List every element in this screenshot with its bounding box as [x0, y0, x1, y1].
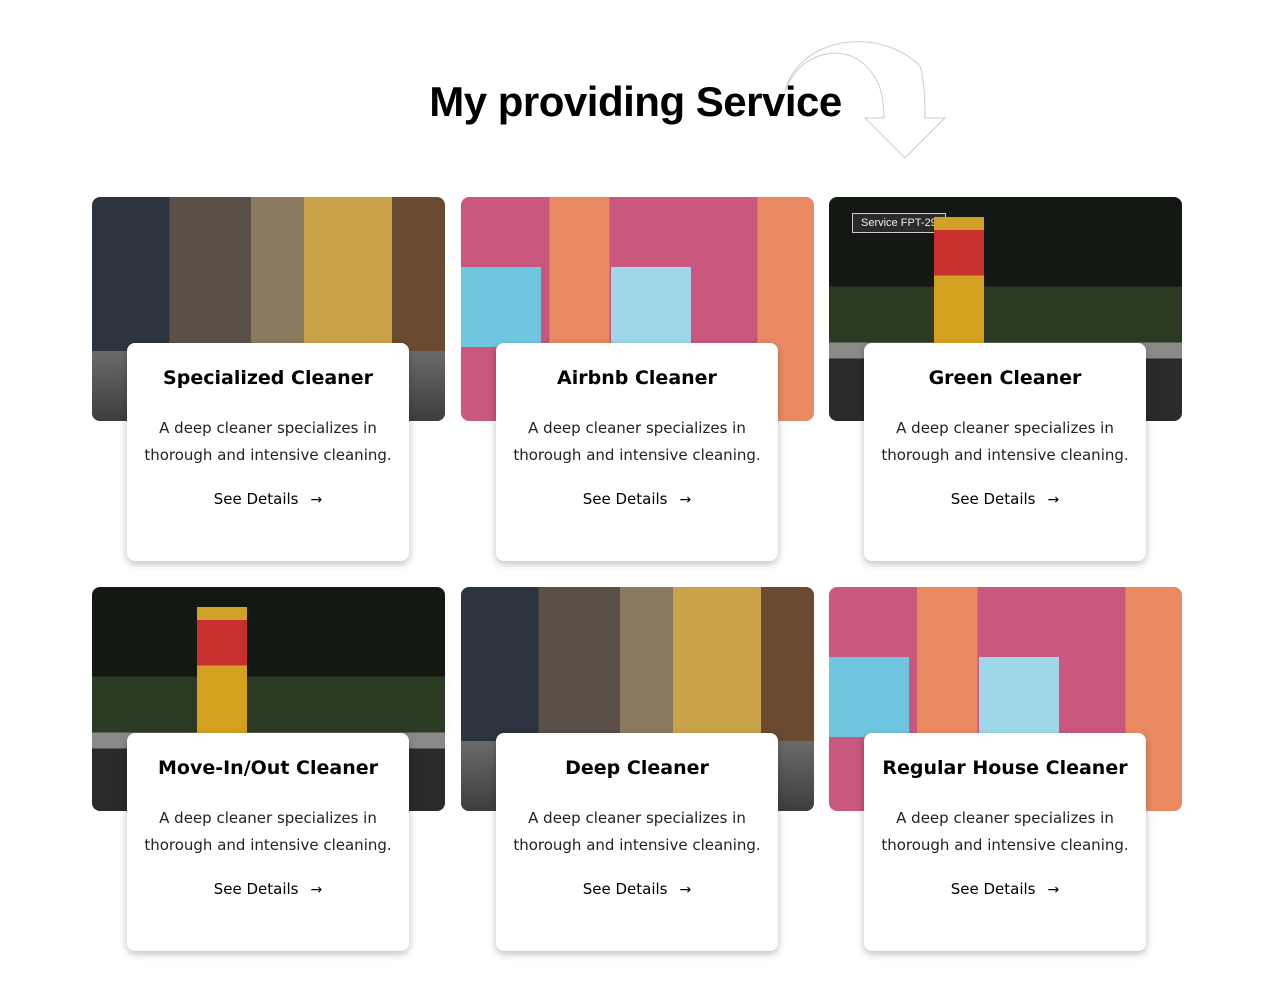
service-card: Specialized Cleaner A deep cleaner speci…	[92, 197, 445, 567]
arrow-right-icon: →	[310, 882, 323, 898]
service-description: A deep cleaner specializes in thorough a…	[881, 419, 1129, 464]
arrow-right-icon: →	[1047, 492, 1060, 508]
service-title: Regular House Cleaner	[882, 757, 1128, 779]
see-details-link[interactable]: See Details →	[583, 880, 691, 898]
see-details-label: See Details	[213, 490, 299, 508]
see-details-label: See Details	[950, 880, 1036, 898]
service-panel: Regular House Cleaner A deep cleaner spe…	[864, 733, 1146, 951]
see-details-label: See Details	[582, 490, 668, 508]
curved-arrow-down-icon	[784, 41, 947, 159]
tooltip: Service FPT-29	[852, 213, 946, 233]
service-description: A deep cleaner specializes in thorough a…	[144, 809, 392, 854]
service-description: A deep cleaner specializes in thorough a…	[881, 809, 1129, 854]
service-panel: Deep Cleaner A deep cleaner specializes …	[496, 733, 778, 951]
arrow-right-icon: →	[1047, 882, 1060, 898]
arrow-right-icon: →	[679, 492, 692, 508]
see-details-link[interactable]: See Details →	[583, 490, 691, 508]
service-panel: Airbnb Cleaner A deep cleaner specialize…	[496, 343, 778, 561]
service-panel: Green Cleaner A deep cleaner specializes…	[864, 343, 1146, 561]
page-title: My providing Service	[429, 78, 842, 125]
service-title: Specialized Cleaner	[163, 367, 373, 389]
service-title: Move-In/Out Cleaner	[158, 757, 378, 779]
service-card: Airbnb Cleaner A deep cleaner specialize…	[461, 197, 814, 567]
service-description: A deep cleaner specializes in thorough a…	[144, 419, 392, 464]
service-title: Airbnb Cleaner	[557, 367, 717, 389]
see-details-link[interactable]: See Details →	[951, 880, 1059, 898]
see-details-label: See Details	[582, 880, 668, 898]
service-card: Regular House Cleaner A deep cleaner spe…	[829, 587, 1182, 957]
service-card: Move-In/Out Cleaner A deep cleaner speci…	[92, 587, 445, 957]
see-details-label: See Details	[950, 490, 1036, 508]
service-title: Green Cleaner	[928, 367, 1082, 389]
see-details-link[interactable]: See Details →	[951, 490, 1059, 508]
service-panel: Move-In/Out Cleaner A deep cleaner speci…	[127, 733, 409, 951]
service-description: A deep cleaner specializes in thorough a…	[513, 419, 761, 464]
see-details-label: See Details	[213, 880, 299, 898]
see-details-link[interactable]: See Details →	[214, 490, 322, 508]
arrow-right-icon: →	[679, 882, 692, 898]
service-card: Service FPT-29 Green Cleaner A deep clea…	[829, 197, 1182, 567]
arrow-right-icon: →	[310, 492, 323, 508]
service-title: Deep Cleaner	[565, 757, 709, 779]
service-card: Deep Cleaner A deep cleaner specializes …	[461, 587, 814, 957]
see-details-link[interactable]: See Details →	[214, 880, 322, 898]
service-panel: Specialized Cleaner A deep cleaner speci…	[127, 343, 409, 561]
service-description: A deep cleaner specializes in thorough a…	[513, 809, 761, 854]
